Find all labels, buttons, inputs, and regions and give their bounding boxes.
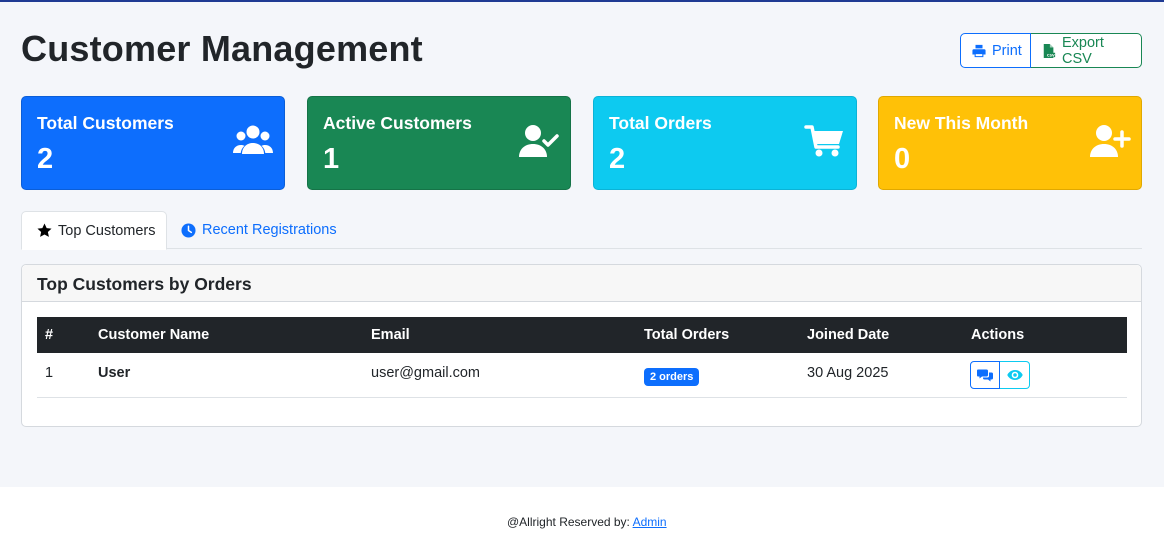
panel-title: Top Customers by Orders [22, 265, 1141, 302]
footer: @Allright Reserved by: Admin [0, 487, 1164, 552]
joined-date: 30 Aug 2025 [807, 365, 889, 381]
main-content: Customer Management Print CSV Export CSV… [0, 2, 1164, 487]
svg-text:CSV: CSV [1047, 53, 1055, 57]
stat-label: Active Customers [323, 113, 472, 133]
stat-value: 2 [609, 143, 626, 175]
table-row: 1 User user@gmail.com 2 orders 30 Aug 20… [37, 353, 1127, 398]
row-index: 1 [45, 365, 54, 381]
table-header: # Customer Name Email Total Orders Joine… [37, 317, 1127, 353]
print-label: Print [992, 42, 1022, 59]
view-button[interactable] [1000, 361, 1030, 389]
page-title: Customer Management [21, 28, 423, 69]
column-header: Total Orders [644, 327, 730, 343]
stat-card-active-customers: Active Customers 1 [307, 96, 571, 190]
orders-badge: 2 orders [644, 368, 700, 386]
stat-value: 0 [894, 143, 911, 175]
tab-bar: Top Customers Recent Registrations [21, 211, 1142, 250]
eye-icon [1006, 370, 1023, 380]
tab-label: Top Customers [58, 222, 156, 239]
tab-top-customers[interactable]: Top Customers [21, 211, 167, 250]
message-button[interactable] [970, 361, 1000, 389]
footer-admin-link[interactable]: Admin [633, 515, 667, 529]
stat-value: 2 [37, 143, 54, 175]
shopping-cart-icon [804, 125, 843, 157]
stat-label: Total Customers [37, 113, 174, 133]
stat-value: 1 [323, 143, 340, 175]
stat-label: Total Orders [609, 113, 712, 133]
column-header: Actions [971, 327, 1025, 343]
customer-name: User [98, 365, 131, 381]
export-csv-label: Export CSV [1062, 34, 1104, 67]
customer-email: user@gmail.com [371, 365, 480, 381]
star-icon [37, 223, 52, 237]
footer-text-block: @Allright Reserved by: Admin [507, 515, 667, 529]
column-header: Customer Name [98, 327, 210, 343]
column-header: Joined Date [807, 327, 890, 343]
row-actions [970, 361, 1030, 389]
footer-text: @Allright Reserved by: [507, 515, 630, 529]
stat-card-total-orders: Total Orders 2 [593, 96, 857, 190]
csv-file-icon: CSV [1043, 43, 1056, 58]
print-button[interactable]: Print [960, 33, 1031, 68]
printer-icon [972, 44, 986, 57]
user-plus-icon [1090, 125, 1131, 157]
users-icon [233, 125, 273, 154]
top-customers-panel: Top Customers by Orders # Customer Name … [21, 264, 1142, 427]
stat-label: New This Month [894, 113, 1029, 133]
column-header: Email [371, 327, 410, 343]
toolbar-button-group: Print CSV Export CSV [960, 33, 1142, 68]
user-check-icon [519, 125, 559, 157]
stat-card-total-customers: Total Customers 2 [21, 96, 285, 190]
tab-recent-registrations[interactable]: Recent Registrations [181, 211, 337, 249]
export-csv-button[interactable]: CSV Export CSV [1031, 33, 1142, 68]
tab-label: Recent Registrations [202, 222, 337, 238]
clock-icon [181, 222, 196, 238]
column-header: # [45, 327, 54, 343]
comments-icon [977, 369, 993, 382]
stat-card-new-this-month: New This Month 0 [878, 96, 1142, 190]
